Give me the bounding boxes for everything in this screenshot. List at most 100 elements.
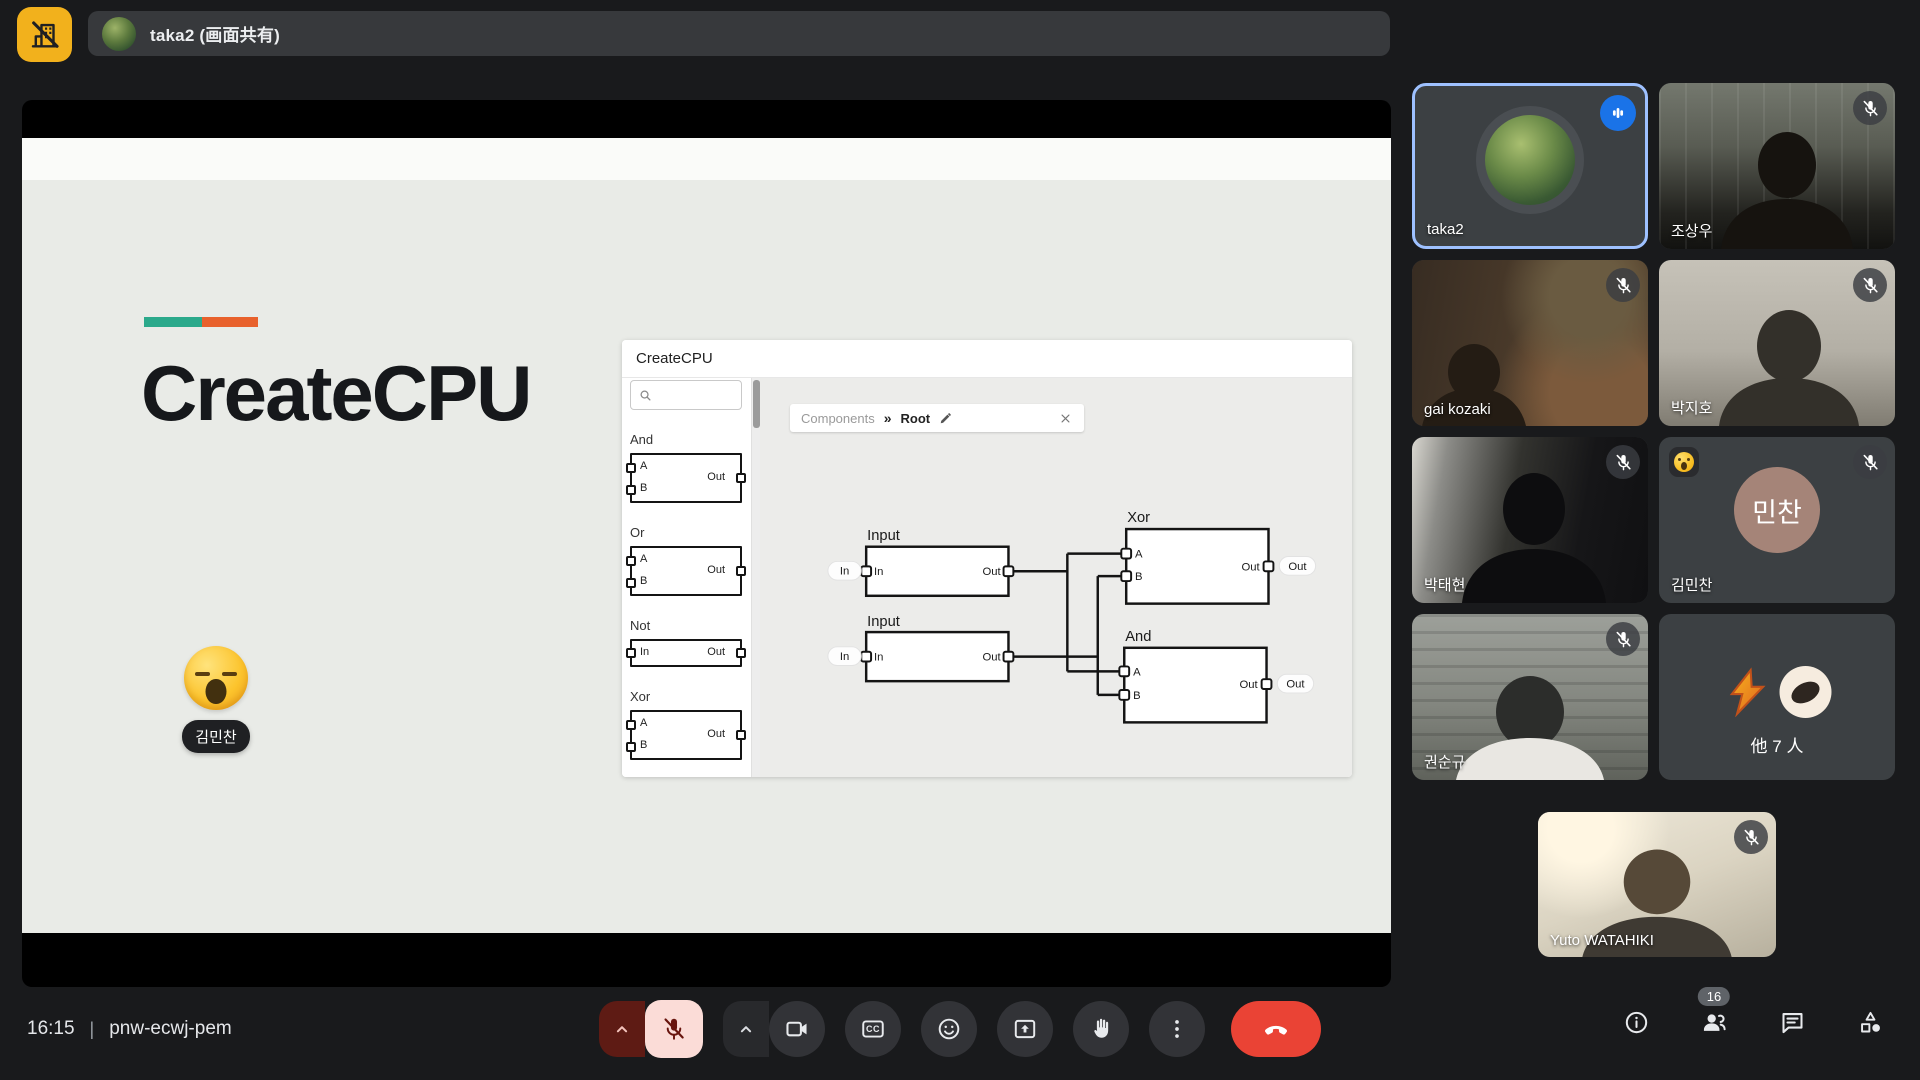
- overflow-avatars: [1723, 666, 1832, 718]
- participant-tile[interactable]: 민찬 김민찬: [1659, 437, 1895, 603]
- present-screen-icon: [1012, 1016, 1038, 1042]
- present-screen-button[interactable]: [997, 1001, 1053, 1057]
- raised-hand-icon: [1088, 1016, 1114, 1042]
- participant-tile[interactable]: 박태현: [1412, 437, 1648, 603]
- bottom-control-bar: 16:15 | pnw-ecwj-pem C: [0, 988, 1920, 1080]
- pin-label: A: [640, 460, 647, 472]
- participant-tile[interactable]: 조상우: [1659, 83, 1895, 249]
- presenter-pill[interactable]: taka2 (画面共有): [88, 11, 1390, 56]
- participant-count-badge: 16: [1698, 987, 1730, 1006]
- pin-label: Out: [1240, 679, 1259, 691]
- share-top-band: [22, 138, 1391, 180]
- mic-options-button[interactable]: [599, 1001, 645, 1057]
- breadcrumb-current: Root: [901, 411, 931, 426]
- pill-label: In: [840, 651, 849, 663]
- chevron-up-icon: [735, 1018, 757, 1040]
- pin-label: Out: [707, 728, 725, 740]
- participant-name: taka2: [1427, 221, 1464, 238]
- component-palette: And A B Out Or A B Out Not: [622, 378, 751, 777]
- pill-label: Out: [1286, 679, 1305, 691]
- captions-icon-label: CC: [866, 1024, 880, 1034]
- port-square: [736, 566, 746, 576]
- camera-toggle-button[interactable]: [769, 1001, 825, 1057]
- node-label: Input: [867, 614, 900, 630]
- scrollbar-thumb: [753, 380, 760, 428]
- palette-item-label: And: [630, 432, 742, 447]
- company-badge-button[interactable]: [17, 7, 72, 62]
- breadcrumb: Components » Root: [790, 404, 1084, 432]
- clock-time: 16:15: [27, 1018, 75, 1040]
- participant-tile[interactable]: 박지호: [1659, 260, 1895, 426]
- port-square: [626, 485, 636, 495]
- reactions-button[interactable]: [921, 1001, 977, 1057]
- accent-orange-segment: [202, 317, 258, 327]
- building-slash-icon: [28, 18, 62, 52]
- port-square: [626, 742, 636, 752]
- pin-label: In: [640, 646, 649, 658]
- participant-tile[interactable]: Yuto WATAHIKI: [1538, 812, 1776, 957]
- activities-shapes-icon: [1857, 1009, 1884, 1036]
- participants-button[interactable]: 16: [1694, 1002, 1734, 1042]
- node-label: Input: [867, 528, 900, 544]
- more-vertical-dots-icon: [1164, 1016, 1190, 1042]
- participant-name: 박지호: [1671, 397, 1712, 418]
- presenter-avatar: [102, 17, 136, 51]
- mic-muted-icon: [1853, 91, 1887, 125]
- node-label: And: [1125, 629, 1151, 645]
- lightning-avatar-icon: [1723, 667, 1773, 717]
- camera-icon: [784, 1016, 810, 1042]
- smiley-icon: [936, 1016, 962, 1042]
- pin-label: Out: [707, 564, 725, 576]
- more-options-button[interactable]: [1149, 1001, 1205, 1057]
- captions-button[interactable]: CC: [845, 1001, 901, 1057]
- reaction-badge: [1669, 447, 1699, 477]
- pin-label: Out: [982, 566, 1001, 578]
- pin-label: B: [1133, 690, 1141, 702]
- overflow-participants-tile[interactable]: 他 7 人: [1659, 614, 1895, 780]
- circuit-canvas: Components » Root: [760, 378, 1352, 777]
- search-icon: [638, 388, 653, 403]
- avatar: 민찬: [1734, 467, 1820, 553]
- accent-teal-segment: [144, 317, 202, 327]
- close-icon: [1058, 411, 1073, 426]
- participant-tile-taka2[interactable]: taka2: [1412, 83, 1648, 249]
- pin-label: A: [1133, 666, 1141, 678]
- overflow-count-label: 他 7 人: [1659, 732, 1895, 757]
- participant-tile[interactable]: 권순규: [1412, 614, 1648, 780]
- palette-gate-xor: A B Out: [630, 710, 742, 760]
- yawning-face-emoji-icon: [184, 646, 248, 710]
- raise-hand-button[interactable]: [1073, 1001, 1129, 1057]
- screen-share-view[interactable]: CreateCPU 김민찬 CreateCPU And A B: [22, 100, 1391, 987]
- createcpu-app-window: CreateCPU And A B Out Or: [622, 340, 1352, 777]
- mic-muted-icon: [1853, 445, 1887, 479]
- mic-muted-icon: [1853, 268, 1887, 302]
- pin-label: In: [874, 566, 883, 578]
- port-square: [626, 648, 636, 658]
- chat-button[interactable]: [1772, 1002, 1812, 1042]
- meeting-info: 16:15 | pnw-ecwj-pem: [27, 988, 232, 1070]
- participant-tile[interactable]: gai kozaki: [1412, 260, 1648, 426]
- speaking-indicator-icon: [1600, 95, 1636, 131]
- palette-item-label: Not: [630, 618, 742, 633]
- end-call-button[interactable]: [1231, 1001, 1321, 1057]
- panel-buttons: 16: [1616, 1002, 1890, 1042]
- mic-control-group: [599, 1000, 703, 1058]
- surprised-face-emoji-icon: [1674, 452, 1694, 472]
- pin-label: A: [640, 717, 647, 729]
- activities-button[interactable]: [1850, 1002, 1890, 1042]
- mic-muted-icon: [1606, 622, 1640, 656]
- mic-mute-toggle-button[interactable]: [645, 1000, 703, 1058]
- participant-name: 권순규: [1424, 751, 1465, 772]
- participant-name: 조상우: [1671, 220, 1712, 241]
- info-icon: [1623, 1009, 1650, 1036]
- breadcrumb-separator-icon: »: [884, 410, 892, 426]
- app-window-title: CreateCPU: [636, 350, 713, 367]
- pill-label: In: [840, 566, 849, 578]
- pin-label: In: [874, 652, 883, 664]
- avatar: [1476, 106, 1584, 214]
- people-icon: [1701, 1009, 1728, 1036]
- pin-label: A: [640, 553, 647, 565]
- camera-options-button[interactable]: [723, 1001, 769, 1057]
- meeting-details-button[interactable]: [1616, 1002, 1656, 1042]
- end-call-icon: [1262, 1015, 1290, 1043]
